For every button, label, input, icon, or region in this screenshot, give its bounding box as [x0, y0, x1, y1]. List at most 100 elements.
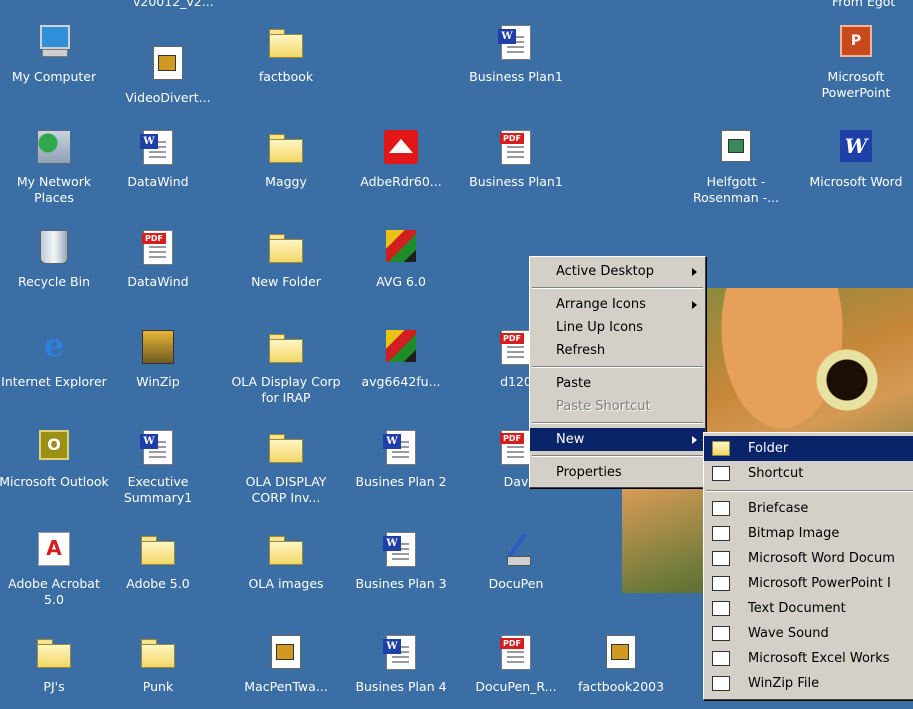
menu-item-paste[interactable]: Paste: [530, 372, 705, 395]
desktop-icon-label: Adobe Acrobat 5.0: [8, 576, 100, 607]
menu-item-label: Arrange Icons: [556, 297, 646, 312]
outlook-icon: O: [37, 430, 71, 464]
menu-separator: [532, 287, 703, 289]
desktop-icon-4[interactable]: P Microsoft PowerPoint: [800, 25, 912, 107]
desktop-icon-9[interactable]: PDF Business Plan1: [460, 130, 572, 212]
desktop-icon-12[interactable]: Recycle Bin: [0, 230, 110, 312]
desktop-icon-label: AVG 6.0: [376, 274, 426, 289]
menu-item-label: Wave Sound: [748, 626, 829, 641]
desktop-icon-23[interactable]: OLA DISPLAY CORP Inv...: [230, 430, 342, 512]
desktop-icon-label: Busines Plan 4: [355, 679, 447, 694]
adobe5-folder-icon: [141, 532, 175, 566]
desktop-icon-label: My Network Places: [16, 174, 92, 205]
menu-item-refresh[interactable]: Refresh: [530, 339, 705, 362]
desktop-icon-17[interactable]: WinZip: [102, 330, 214, 412]
desktop-icon-2[interactable]: factbook: [230, 25, 342, 107]
menu-item-bitmap-image[interactable]: Bitmap Image: [704, 521, 913, 546]
desktop-icon-label: factbook2003: [577, 679, 665, 694]
word-doc-icon: [712, 551, 730, 566]
maggy-folder-icon: [269, 130, 303, 164]
desktop-icon-18[interactable]: OLA Display Corp for IRAP: [230, 330, 342, 412]
dav-pdf-icon: PDF: [499, 430, 533, 465]
desktop-icon-3[interactable]: W Business Plan1: [460, 25, 572, 107]
desktop-icon-10[interactable]: Helfgott - Rosenman -...: [680, 130, 792, 212]
desktop-icon-26[interactable]: A Adobe Acrobat 5.0: [0, 532, 110, 614]
menu-item-active-desktop[interactable]: Active Desktop: [530, 260, 705, 283]
desktop-icon-7[interactable]: Maggy: [230, 130, 342, 212]
desktop-icon-36[interactable]: factbook2003: [565, 635, 677, 709]
desktop-icon-21[interactable]: O Microsoft Outlook: [0, 430, 110, 512]
desktop-icon-0[interactable]: My Computer: [0, 25, 110, 107]
desktop-icon-31[interactable]: PJ's: [0, 635, 110, 709]
factbook2003-icon: [604, 635, 638, 669]
menu-item-label: New: [556, 432, 585, 447]
desktop-icon-22[interactable]: W Executive Summary1: [102, 430, 214, 512]
desktop-icon-label: Microsoft Outlook: [0, 474, 109, 489]
desktop-icon-label: avg6642fu...: [361, 374, 441, 389]
menu-item-label: Text Document: [748, 601, 846, 616]
desktop-icon-label: Business Plan1: [469, 174, 563, 189]
desktop-icon-1[interactable]: VideoDivert...: [112, 46, 224, 128]
menu-item-briefcase[interactable]: Briefcase: [704, 496, 913, 521]
desktop-icon-label: Maggy: [265, 174, 307, 189]
top-partial-label-2: From Egot: [832, 0, 896, 9]
menu-item-winzip-file[interactable]: WinZip File: [704, 671, 913, 696]
menu-item-line-up-icons[interactable]: Line Up Icons: [530, 316, 705, 339]
desktop-icon-8[interactable]: AdbeRdr60...: [345, 130, 457, 212]
helfgott-icon: [719, 130, 753, 164]
desktop-icon-15[interactable]: AVG 6.0: [345, 230, 457, 312]
menu-item-paste-shortcut[interactable]: Paste Shortcut: [530, 395, 705, 418]
menu-item-wave-sound[interactable]: Wave Sound: [704, 621, 913, 646]
menu-item-text-document[interactable]: Text Document: [704, 596, 913, 621]
datawind-word-icon: W: [140, 130, 175, 165]
desktop-icon-29[interactable]: W Busines Plan 3: [345, 532, 457, 614]
desktop-icon-27[interactable]: Adobe 5.0: [102, 532, 214, 614]
menu-item-microsoft-excel-works[interactable]: Microsoft Excel Works: [704, 646, 913, 671]
desktop-icon-6[interactable]: W DataWind: [102, 130, 214, 212]
desktop-icon-label: DataWind: [127, 274, 189, 289]
desktop-icon-label: Recycle Bin: [17, 274, 91, 289]
folder-icon: [712, 441, 730, 456]
desktop-icon-label: Busines Plan 2: [355, 474, 447, 489]
text-doc-icon: [712, 601, 730, 616]
desktop-icon-35[interactable]: PDF DocuPen_R...: [460, 635, 572, 709]
desktop-icon-19[interactable]: avg6642fu...: [345, 330, 457, 412]
desktop-icon-label: AdbeRdr60...: [360, 174, 442, 189]
menu-item-microsoft-word-docum[interactable]: Microsoft Word Docum: [704, 546, 913, 571]
desktop-icon-16[interactable]: e Internet Explorer: [0, 329, 110, 412]
desktop-icon-33[interactable]: MacPenTwa...: [230, 635, 342, 709]
desktop-icon-13[interactable]: PDF DataWind: [102, 230, 214, 312]
executive-summary-icon: W: [140, 430, 175, 465]
menu-item-label: Briefcase: [748, 501, 809, 516]
menu-item-arrange-icons[interactable]: Arrange Icons: [530, 293, 705, 316]
word-app-icon: W: [839, 130, 873, 164]
desktop-icon-label: DocuPen: [488, 576, 544, 591]
desktop-icon-label: New Folder: [251, 274, 321, 289]
menu-item-new[interactable]: New: [530, 428, 705, 451]
docupen-r-pdf-icon: PDF: [499, 635, 533, 670]
desktop-icon-label: WinZip: [136, 374, 180, 389]
desktop: v20012_v2... From Egot My Computer VideoD…: [0, 0, 913, 709]
desktop-icon-5[interactable]: My Network Places: [0, 130, 110, 212]
desktop-icon-14[interactable]: New Folder: [230, 230, 342, 312]
avg-icon: [384, 230, 418, 264]
menu-item-microsoft-powerpoint-i[interactable]: Microsoft PowerPoint I: [704, 571, 913, 596]
my-computer-icon: [37, 25, 71, 59]
wave-sound-icon: [712, 626, 730, 641]
desktop-icon-label: Microsoft Word: [809, 174, 903, 189]
menu-item-properties[interactable]: Properties: [530, 461, 705, 484]
desktop-icon-11[interactable]: W Microsoft Word: [800, 130, 912, 212]
desktop-icon-24[interactable]: W Busines Plan 2: [345, 430, 457, 512]
desktop-icon-34[interactable]: W Busines Plan 4: [345, 635, 457, 709]
desktop-icon-30[interactable]: DocuPen: [460, 532, 572, 614]
menu-item-folder[interactable]: Folder: [704, 436, 913, 461]
desktop-icon-label: VideoDivert...: [125, 90, 211, 105]
desktop-icon-label: PJ's: [43, 679, 65, 694]
desktop-icon-28[interactable]: OLA images: [230, 532, 342, 614]
menu-item-label: Line Up Icons: [556, 320, 644, 335]
menu-item-shortcut[interactable]: Shortcut: [704, 461, 913, 486]
busines-plan3-icon: W: [383, 532, 418, 567]
menu-item-label: Properties: [556, 465, 622, 480]
video-divert-icon: [151, 46, 185, 80]
desktop-icon-32[interactable]: Punk: [102, 635, 214, 709]
